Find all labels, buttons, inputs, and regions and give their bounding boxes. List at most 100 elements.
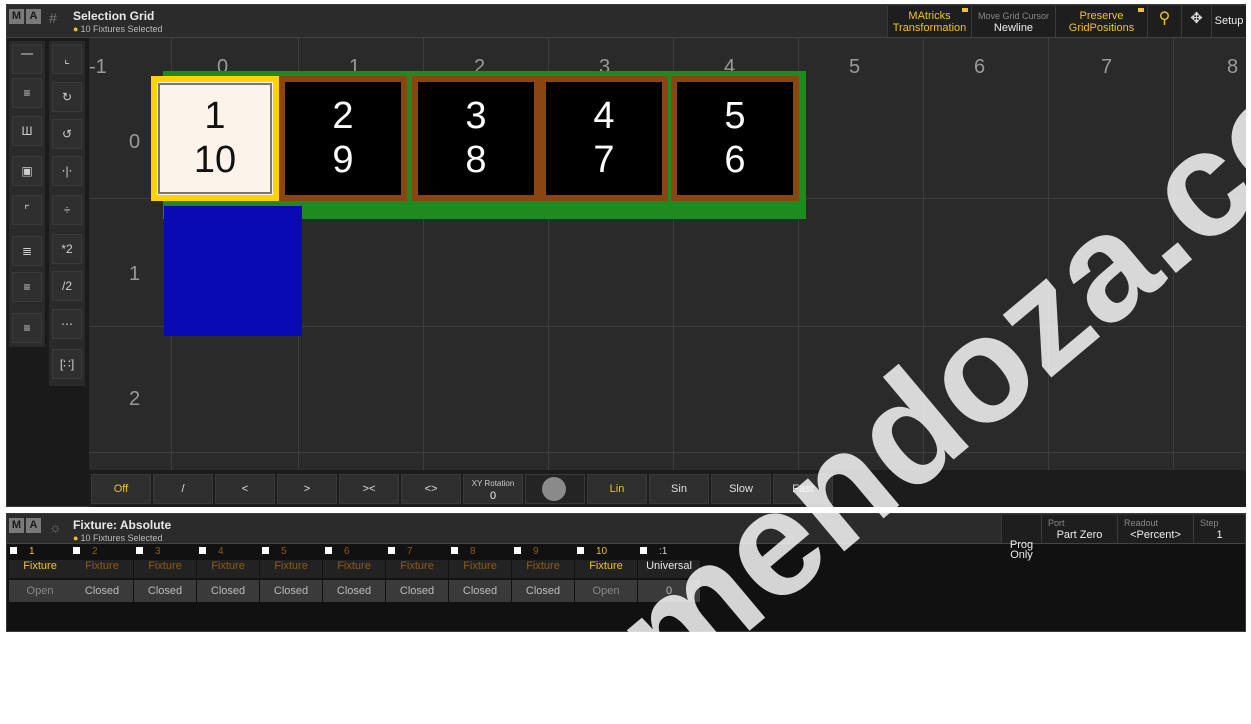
grid-icon: # (49, 10, 57, 26)
grid-titlebar: M A # Selection Grid ● 10 Fixtures Select… (7, 5, 1246, 38)
move-arrows-icon[interactable]: ✥ (1181, 6, 1211, 37)
fixture-type[interactable]: Fixture (71, 560, 133, 578)
gt-button[interactable]: > (277, 474, 337, 504)
grid-canvas[interactable]: -1 0 1 2 3 4 5 6 7 8 0 1 2 1 10 2 9 3 8 … (89, 38, 1246, 470)
fixture-cell[interactable]: 2 9 (279, 76, 407, 201)
align-columns-icon[interactable]: Ш (12, 116, 42, 146)
dial-knob-icon (542, 477, 566, 501)
fixture-cell[interactable]: 1 10 (151, 76, 279, 201)
select-square-icon (451, 547, 458, 554)
align-top-icon[interactable]: ⎺ (12, 44, 42, 74)
logo-a: A (26, 518, 41, 533)
matricks-transformation-button[interactable]: MAtricks Transformation (887, 6, 971, 37)
fixture-value[interactable]: Closed (71, 580, 133, 602)
sin-button[interactable]: Sin (649, 474, 709, 504)
column-number: 6 (974, 56, 986, 78)
mirror-vertical-icon[interactable]: ÷ (52, 195, 82, 225)
fixture-number: 4 (218, 546, 224, 557)
port-button[interactable]: Port Part Zero (1041, 515, 1117, 543)
fixture-cell[interactable]: 4 7 (540, 76, 668, 201)
lin-button[interactable]: Lin (587, 474, 647, 504)
lt-button[interactable]: < (215, 474, 275, 504)
button-label: Setup (1214, 15, 1244, 27)
fixture-value[interactable]: Closed (512, 580, 574, 602)
fixture-value[interactable]: 0 (638, 580, 700, 602)
readout-button[interactable]: Readout <Percent> (1117, 515, 1193, 543)
bulb-icon: ● (73, 533, 79, 543)
column-header: 7 (388, 546, 450, 560)
fixture-value[interactable]: Closed (449, 580, 511, 602)
grid-line (1173, 38, 1174, 470)
ma-logo[interactable]: M A (9, 518, 43, 534)
logo-m: M (9, 518, 24, 533)
column-header: 6 (325, 546, 387, 560)
fixture-type[interactable]: Universal (638, 560, 700, 578)
corner-icon[interactable]: ⌜ (12, 195, 42, 225)
fixture-number: 8 (470, 546, 476, 557)
snap-icon[interactable]: ⚲ (1147, 6, 1181, 37)
button-indicator (962, 8, 968, 12)
list-center-icon[interactable]: ≡ (12, 272, 42, 302)
ltgt-button[interactable]: <> (401, 474, 461, 504)
fixture-type[interactable]: Fixture (386, 560, 448, 578)
step-button[interactable]: Step 1 (1193, 515, 1245, 543)
rotate-ccw-icon[interactable]: ↺ (52, 119, 82, 149)
list-icon[interactable]: ≣ (12, 236, 42, 266)
fixture-type[interactable]: Fixture (9, 560, 71, 578)
select-square-icon (577, 547, 584, 554)
divide-button[interactable]: /2 (52, 271, 82, 301)
fixture-value[interactable]: Closed (323, 580, 385, 602)
mirror-horizontal-icon[interactable]: ⋅|⋅ (52, 156, 82, 186)
slash-button[interactable]: / (153, 474, 213, 504)
column-header: 10 (577, 546, 639, 560)
fixture-value[interactable]: Open (575, 580, 637, 602)
row-number: 1 (129, 263, 141, 285)
off-button[interactable]: Off (91, 474, 151, 504)
fixture-value[interactable]: Closed (197, 580, 259, 602)
multiply-button[interactable]: *2 (52, 234, 82, 264)
fast-button[interactable]: Fast (773, 474, 833, 504)
preserve-gridpositions-button[interactable]: Preserve GridPositions (1055, 6, 1147, 37)
fixture-type[interactable]: Fixture (512, 560, 574, 578)
fixture-type[interactable]: Fixture (260, 560, 322, 578)
gtlt-button[interactable]: >< (339, 474, 399, 504)
grid-square-icon[interactable]: ▣ (12, 156, 42, 186)
fixture-type[interactable]: Fixture (134, 560, 196, 578)
fixture-value[interactable]: Open (9, 580, 71, 602)
fixture-value[interactable]: Closed (386, 580, 448, 602)
fixture-cell[interactable]: 5 6 (671, 76, 799, 201)
rotate-cw-icon[interactable]: ↻ (52, 82, 82, 112)
list-right-icon[interactable]: ≡ (12, 313, 42, 343)
spread-icon[interactable]: ⋯ (52, 309, 82, 339)
grid-line (89, 452, 1246, 453)
fixture-number: 9 (533, 546, 539, 557)
grid-cursor-block[interactable] (164, 206, 302, 336)
brackets-icon[interactable]: [∷] (52, 349, 82, 379)
fixture-type[interactable]: Fixture (575, 560, 637, 578)
fixture-value[interactable]: Closed (260, 580, 322, 602)
rotation-dial[interactable] (525, 474, 585, 504)
grid-line (1048, 38, 1049, 470)
fixture-index: 6 (724, 139, 746, 181)
button-label: Port (1048, 518, 1065, 528)
fixture-type[interactable]: Fixture (323, 560, 385, 578)
column-header: 2 (73, 546, 135, 560)
select-square-icon (136, 547, 143, 554)
fixture-type[interactable]: Fixture (449, 560, 511, 578)
fixture-number: 2 (92, 546, 98, 557)
rotate-corner-icon[interactable]: ⌞ (52, 44, 82, 74)
ma-logo[interactable]: M A (9, 9, 43, 25)
right-tool-column: ⌞ ↻ ↺ ⋅|⋅ ÷ *2 /2 ⋯ [∷] (49, 41, 85, 386)
fixture-cell[interactable]: 3 8 (412, 76, 540, 201)
move-grid-cursor-button[interactable]: Move Grid Cursor Newline (971, 6, 1055, 37)
align-rows-icon[interactable]: ≡ (12, 78, 42, 108)
prog-only-button[interactable]: Prog Only (1001, 515, 1041, 561)
xy-rotation-field[interactable]: XY Rotation 0 (463, 474, 523, 504)
fixture-window: M A ☼ Fixture: Absolute ● 10 Fixtures Sel… (6, 513, 1246, 632)
column-header: 9 (514, 546, 576, 560)
slow-button[interactable]: Slow (711, 474, 771, 504)
column-header: 3 (136, 546, 198, 560)
setup-button[interactable]: Setup (1211, 6, 1246, 37)
fixture-value[interactable]: Closed (134, 580, 196, 602)
fixture-type[interactable]: Fixture (197, 560, 259, 578)
